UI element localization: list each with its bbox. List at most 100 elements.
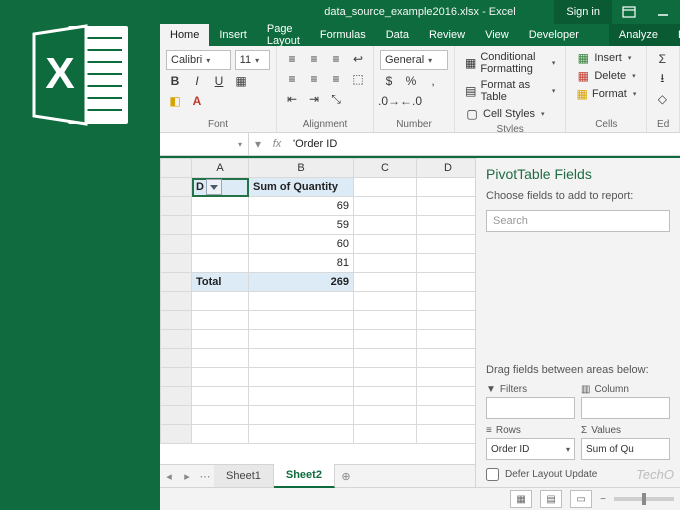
increase-indent-button[interactable]: ⇥ <box>305 90 323 108</box>
pivot-filter-dropdown-icon[interactable] <box>206 179 222 195</box>
sheet-tab-sheet2[interactable]: Sheet2 <box>274 464 335 488</box>
bold-button[interactable]: B <box>166 72 184 90</box>
comma-format-button[interactable]: , <box>424 72 442 90</box>
titlebar: data_source_example2016.xlsx - Excel Sig… <box>160 0 680 24</box>
sheet-nav-prev[interactable]: ◂ <box>160 470 178 483</box>
format-cells-button[interactable]: ▦Format▾ <box>572 86 640 102</box>
italic-button[interactable]: I <box>188 72 206 90</box>
ribbon-display-options-icon[interactable] <box>612 0 646 24</box>
cell-styles-button[interactable]: ▢Cell Styles▾ <box>461 106 559 122</box>
fill-color-button[interactable]: ◧ <box>166 92 184 110</box>
autosum-button[interactable]: Σ <box>653 50 671 68</box>
percent-format-button[interactable]: % <box>402 72 420 90</box>
insert-cells-button[interactable]: ▦Insert▾ <box>572 50 640 66</box>
pivot-search-input[interactable]: Search <box>486 210 670 232</box>
row-header[interactable] <box>161 178 192 197</box>
defer-layout-checkbox[interactable]: Defer Layout Update <box>486 468 670 481</box>
filters-area-label: Filters <box>500 384 527 395</box>
row-header[interactable] <box>161 235 192 254</box>
wrap-text-button[interactable]: ↩ <box>349 50 367 68</box>
tab-review[interactable]: Review <box>419 24 475 46</box>
workarea: A B C D E F D Sum of Quantity <box>160 156 680 487</box>
new-sheet-button[interactable]: ⊕ <box>335 470 357 483</box>
columns-area-box[interactable] <box>581 397 670 419</box>
tab-data[interactable]: Data <box>376 24 419 46</box>
pivot-value-cell[interactable]: 59 <box>249 216 354 235</box>
tab-formulas[interactable]: Formulas <box>310 24 376 46</box>
col-header-B[interactable]: B <box>249 159 354 178</box>
sheet-nav-next[interactable]: ▸ <box>178 470 196 483</box>
row-header[interactable] <box>161 254 192 273</box>
align-left-button[interactable]: ≡ <box>283 70 301 88</box>
align-right-button[interactable]: ≡ <box>327 70 345 88</box>
tab-developer[interactable]: Developer <box>519 24 589 46</box>
decrease-decimal-button[interactable]: ←.0 <box>402 92 420 110</box>
zoom-out-button[interactable]: − <box>600 494 606 505</box>
increase-decimal-button[interactable]: .0→ <box>380 92 398 110</box>
fx-icon[interactable]: fx <box>267 138 287 150</box>
grid[interactable]: A B C D E F D Sum of Quantity <box>160 158 475 464</box>
view-page-break-button[interactable]: ▭ <box>570 490 592 508</box>
pivot-value-cell[interactable]: 81 <box>249 254 354 273</box>
delete-cells-button[interactable]: ▦Delete▾ <box>572 68 640 84</box>
group-font-caption: Font <box>166 117 270 132</box>
align-bottom-button[interactable]: ≡ <box>327 50 345 68</box>
pivot-total-label[interactable]: Total <box>192 273 249 292</box>
row-header[interactable] <box>161 273 192 292</box>
zoom-slider[interactable] <box>614 497 674 501</box>
tab-view[interactable]: View <box>475 24 519 46</box>
values-area-box[interactable]: Sum of Qu <box>581 438 670 460</box>
select-all-corner[interactable] <box>161 159 192 178</box>
underline-button[interactable]: U <box>210 72 228 90</box>
pivot-pane-subtitle: Choose fields to add to report: <box>486 190 670 202</box>
rows-area-box[interactable]: Order ID▾ <box>486 438 575 460</box>
row-header[interactable] <box>161 216 192 235</box>
tab-insert[interactable]: Insert <box>209 24 257 46</box>
pivot-row-label-cell[interactable]: D <box>192 178 249 197</box>
sheet-tab-sheet1[interactable]: Sheet1 <box>214 465 274 487</box>
font-name-select[interactable]: Calibri▾ <box>166 50 231 70</box>
tab-home[interactable]: Home <box>160 24 209 46</box>
clear-button[interactable]: ◇ <box>653 90 671 108</box>
row-header[interactable] <box>161 197 192 216</box>
columns-icon: ▥ <box>581 384 590 395</box>
format-as-table-button[interactable]: ▤Format as Table▾ <box>461 78 559 104</box>
font-size-select[interactable]: 11▾ <box>235 50 270 70</box>
sheet-tabs: ◂ ▸ ⋯ Sheet1 Sheet2 ⊕ <box>160 464 475 487</box>
align-middle-button[interactable]: ≡ <box>305 50 323 68</box>
pivot-total-value[interactable]: 269 <box>249 273 354 292</box>
font-color-button[interactable]: A <box>188 92 206 110</box>
col-header-C[interactable]: C <box>354 159 417 178</box>
col-header-A[interactable]: A <box>192 159 249 178</box>
pivot-drag-label: Drag fields between areas below: <box>486 364 670 376</box>
defer-layout-input[interactable] <box>486 468 499 481</box>
align-top-button[interactable]: ≡ <box>283 50 301 68</box>
pivot-values-label-cell[interactable]: Sum of Quantity <box>249 178 354 197</box>
pivot-value-cell[interactable]: 69 <box>249 197 354 216</box>
number-format-select[interactable]: General▾ <box>380 50 448 70</box>
col-header-D[interactable]: D <box>417 159 476 178</box>
merge-button[interactable]: ⬚ <box>349 70 367 88</box>
fill-button[interactable]: ⭳ <box>653 70 671 88</box>
align-center-button[interactable]: ≡ <box>305 70 323 88</box>
tab-analyze[interactable]: Analyze <box>609 24 668 46</box>
orientation-button[interactable]: ⤡ <box>327 90 345 108</box>
conditional-formatting-button[interactable]: ▦Conditional Formatting▾ <box>461 50 559 76</box>
tab-page-layout[interactable]: Page Layout <box>257 24 310 46</box>
signin-button[interactable]: Sign in <box>554 0 612 24</box>
minimize-button[interactable] <box>646 0 680 24</box>
insert-cells-icon: ▦ <box>576 51 590 65</box>
accounting-format-button[interactable]: $ <box>380 72 398 90</box>
name-box[interactable]: ▾ <box>160 133 249 155</box>
format-as-table-icon: ▤ <box>465 84 477 98</box>
formula-bar-expand-icon[interactable]: ▾ <box>249 135 267 153</box>
pivot-value-cell[interactable]: 60 <box>249 235 354 254</box>
formula-input[interactable]: 'Order ID <box>287 138 680 150</box>
view-page-layout-button[interactable]: ▤ <box>540 490 562 508</box>
tab-design[interactable]: Design <box>668 24 680 46</box>
sheet-nav-more[interactable]: ⋯ <box>196 470 214 483</box>
filters-area-box[interactable] <box>486 397 575 419</box>
border-button[interactable]: ▦ <box>232 72 250 90</box>
view-normal-button[interactable]: ▦ <box>510 490 532 508</box>
decrease-indent-button[interactable]: ⇤ <box>283 90 301 108</box>
